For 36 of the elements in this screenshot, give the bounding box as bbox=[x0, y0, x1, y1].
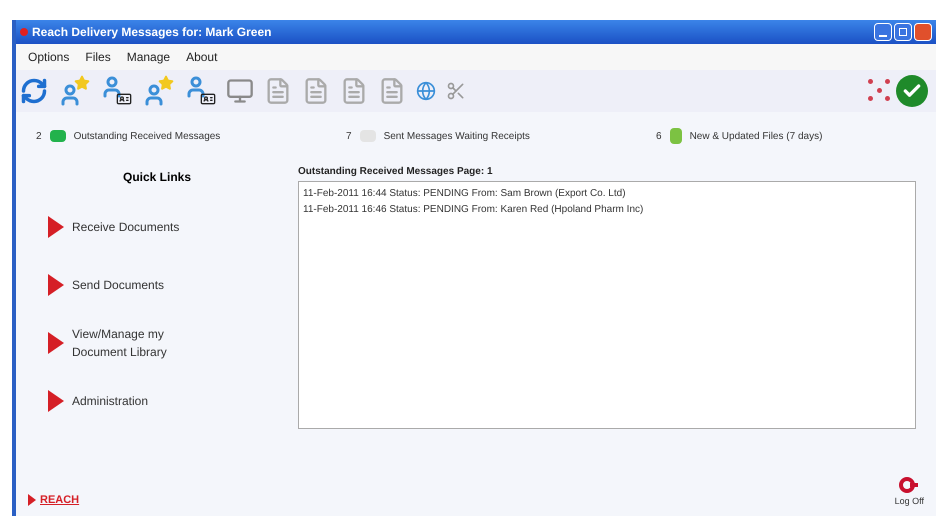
app-icon bbox=[20, 28, 28, 36]
play-icon[interactable] bbox=[48, 216, 64, 238]
messages-title: Outstanding Received Messages Page: 1 bbox=[298, 165, 494, 179]
quick-link[interactable]: Administration bbox=[72, 392, 202, 410]
dots-icon[interactable] bbox=[868, 79, 892, 103]
menu-item[interactable]: Files bbox=[85, 48, 111, 66]
scissors-icon[interactable] bbox=[446, 81, 466, 101]
log-off-icon[interactable] bbox=[898, 474, 920, 494]
menu-item[interactable]: Manage bbox=[126, 48, 170, 66]
log-off-button[interactable]: Log Off bbox=[894, 474, 924, 508]
menu-item[interactable]: Options bbox=[28, 48, 70, 66]
quick-link[interactable]: Receive Documents bbox=[72, 218, 202, 236]
minimize-button[interactable] bbox=[874, 23, 892, 41]
play-icon[interactable] bbox=[48, 332, 64, 354]
play-icon[interactable] bbox=[48, 390, 64, 412]
quick-links-title: Quick Links bbox=[122, 169, 192, 186]
quick-link[interactable]: View/Manage my Document Library bbox=[72, 325, 202, 361]
menu-item[interactable]: About bbox=[186, 48, 218, 66]
counter-link[interactable]: New & Updated Files (7 days) bbox=[690, 128, 822, 144]
count-label: 7 bbox=[346, 130, 352, 144]
monitor-icon[interactable] bbox=[226, 77, 254, 105]
reach-logo: REACH bbox=[28, 492, 80, 508]
count-label: 2 bbox=[36, 130, 42, 144]
play-icon[interactable] bbox=[48, 274, 64, 296]
message-row[interactable]: 11-Feb-2011 16:44 Status: PENDING From: Sam Brown (Export Co. Ltd) bbox=[303, 186, 911, 202]
check-icon[interactable] bbox=[896, 75, 928, 107]
close-button[interactable] bbox=[914, 23, 932, 41]
count-label: 6 bbox=[656, 130, 662, 144]
counter-link[interactable]: Outstanding Received Messages bbox=[74, 128, 220, 144]
globe-icon[interactable] bbox=[416, 81, 436, 101]
message-row[interactable]: 11-Feb-2011 16:46 Status: PENDING From: Karen Red (Hpoland Pharm Inc) bbox=[303, 202, 911, 218]
maximize-button[interactable] bbox=[894, 23, 912, 41]
counter-link[interactable]: Sent Messages Waiting Receipts bbox=[384, 128, 530, 144]
window-title: Reach Delivery Messages for: Mark Green bbox=[32, 24, 272, 41]
quick-link[interactable]: Send Documents bbox=[72, 276, 202, 294]
refresh-icon[interactable] bbox=[20, 77, 48, 105]
